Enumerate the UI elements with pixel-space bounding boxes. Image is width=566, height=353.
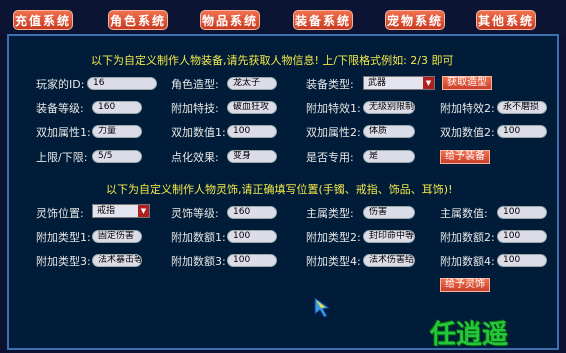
dual-val1-label: 双加数值1: (171, 126, 226, 139)
main-val-input[interactable]: 100 (497, 206, 547, 219)
equipment-notice: 以下为自定义制作人物装备,请先获取人物信息! 上/下限格式例如: 2/3 即可 (91, 54, 454, 67)
add-amt3-input[interactable]: 100 (227, 254, 277, 267)
give-equipment-button[interactable]: 给予装备 (440, 150, 490, 164)
add-type3-label: 附加类型3: (36, 255, 91, 268)
equipment-system-button[interactable]: 装备系统 (293, 10, 353, 30)
equip-type-select[interactable]: 武器 ▼ (363, 76, 435, 90)
add-amt4-input[interactable]: 100 (497, 254, 547, 267)
exclusive-input[interactable]: 是 (363, 150, 415, 163)
add-type3-input[interactable]: 法术暴击等级 (92, 254, 142, 267)
player-id-input[interactable]: 16 (87, 77, 157, 90)
char-model-label: 角色造型: (171, 78, 219, 91)
extra-effect1-input[interactable]: 无级别限制 (363, 101, 415, 114)
extra-effect2-input[interactable]: 永不磨损 (497, 101, 547, 114)
dual-attr2-label: 双加属性2: (306, 126, 361, 139)
ling-notice: 以下为自定义制作人物灵饰,请正确填写位置(手镯、戒指、饰品、耳饰)! (106, 183, 453, 196)
dual-attr1-input[interactable]: 力量 (92, 125, 142, 138)
chevron-down-icon: ▼ (138, 205, 149, 217)
equip-level-label: 装备等级: (36, 102, 84, 115)
add-amt3-label: 附加数额3: (171, 255, 226, 268)
equip-type-label: 装备类型: (306, 78, 354, 91)
extra-skill-label: 附加特技: (171, 102, 219, 115)
recharge-system-button[interactable]: 充值系统 (13, 10, 73, 30)
dual-val2-label: 双加数值2: (440, 126, 495, 139)
extra-effect2-label: 附加特效2: (440, 102, 495, 115)
extra-effect1-label: 附加特效1: (306, 102, 361, 115)
give-ling-button[interactable]: 给予灵饰 (440, 278, 490, 292)
exclusive-label: 是否专用: (306, 151, 354, 164)
ling-level-label: 灵饰等级: (171, 207, 219, 220)
add-amt1-input[interactable]: 100 (227, 230, 277, 243)
limit-input[interactable]: 5/5 (92, 150, 142, 163)
limit-label: 上限/下限: (36, 151, 88, 164)
extra-skill-input[interactable]: 破血狂攻 (227, 101, 277, 114)
cursor-icon (314, 297, 331, 318)
add-type2-input[interactable]: 封印命中等级 (363, 230, 415, 243)
dual-val1-input[interactable]: 100 (227, 125, 277, 138)
equip-level-input[interactable]: 160 (92, 101, 142, 114)
top-navigation: 充值系统 角色系统 物品系统 装备系统 宠物系统 其他系统 (0, 0, 566, 34)
add-type2-label: 附加类型2: (306, 231, 361, 244)
character-system-button[interactable]: 角色系统 (108, 10, 168, 30)
add-amt2-input[interactable]: 100 (497, 230, 547, 243)
ling-slot-select[interactable]: 戒指 ▼ (92, 204, 150, 218)
main-type-label: 主属类型: (306, 207, 354, 220)
spot-effect-label: 点化效果: (171, 151, 219, 164)
pet-system-button[interactable]: 宠物系统 (385, 10, 445, 30)
spot-effect-input[interactable]: 变身 (227, 150, 277, 163)
item-system-button[interactable]: 物品系统 (200, 10, 260, 30)
equip-type-value: 武器 (368, 78, 387, 88)
dual-val2-input[interactable]: 100 (497, 125, 547, 138)
chevron-down-icon: ▼ (423, 77, 434, 89)
get-model-button[interactable]: 获取造型 (442, 76, 492, 90)
dual-attr1-label: 双加属性1: (36, 126, 91, 139)
game-logo: 任逍遥 (430, 320, 509, 350)
ling-slot-value: 戒指 (97, 206, 116, 216)
main-type-input[interactable]: 伤害 (363, 206, 415, 219)
main-val-label: 主属数值: (440, 207, 488, 220)
add-type1-input[interactable]: 固定伤害 (92, 230, 142, 243)
char-model-input[interactable]: 龙太子 (227, 77, 277, 90)
ling-level-input[interactable]: 160 (227, 206, 277, 219)
add-type4-label: 附加类型4: (306, 255, 361, 268)
add-type4-input[interactable]: 法术伤害结果 (363, 254, 415, 267)
add-amt1-label: 附加数额1: (171, 231, 226, 244)
ling-slot-label: 灵饰位置: (36, 207, 84, 220)
add-amt2-label: 附加数额2: (440, 231, 495, 244)
player-id-label: 玩家的ID: (36, 78, 85, 91)
add-type1-label: 附加类型1: (36, 231, 91, 244)
dual-attr2-input[interactable]: 体质 (363, 125, 415, 138)
other-system-button[interactable]: 其他系统 (476, 10, 536, 30)
add-amt4-label: 附加数额4: (440, 255, 495, 268)
